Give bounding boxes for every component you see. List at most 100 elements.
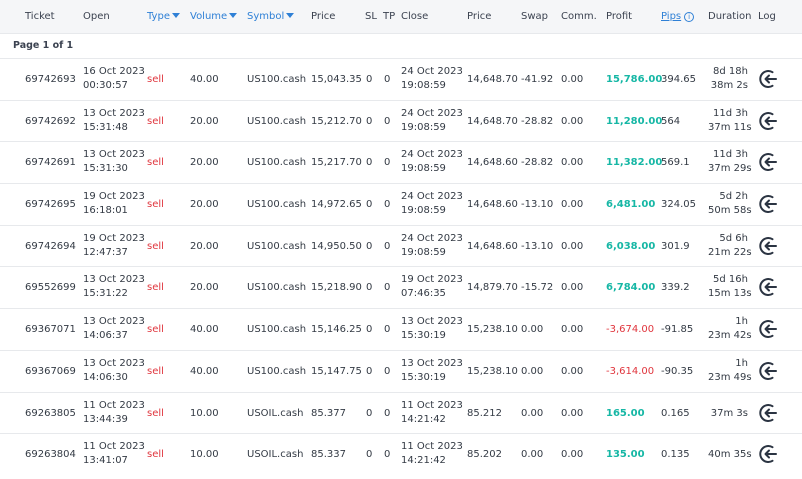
- ticket-cell: 69742691: [25, 157, 76, 169]
- close-time: 14:21:42: [401, 455, 446, 467]
- ticket-cell: 69552699: [25, 282, 76, 294]
- table-row: 69742691 13 Oct 2023 15:31:30 sell 20.00 …: [0, 142, 802, 185]
- header-volume[interactable]: Volume: [190, 11, 238, 22]
- swap-cell: 0.00: [521, 365, 544, 377]
- duration-line-1: 5d 16h: [713, 274, 748, 286]
- header-type[interactable]: Type: [147, 11, 180, 22]
- open-time: 15:31:48: [83, 121, 128, 133]
- duration-line-1: 5d 2h: [719, 191, 748, 203]
- close-date: 24 Oct 2023: [401, 66, 463, 77]
- pips-cell: 301.9: [661, 240, 690, 252]
- tp-cell: 0: [384, 74, 391, 85]
- open-date: 13 Oct 2023: [83, 149, 145, 161]
- profit-cell: 6,784.00: [606, 282, 656, 294]
- tp-cell: 0: [384, 199, 391, 211]
- close-date: 24 Oct 2023: [401, 191, 463, 203]
- symbol-cell: US100.cash: [247, 324, 307, 336]
- open-date: 19 Oct 2023: [83, 191, 145, 203]
- open-time: 14:06:30: [83, 371, 128, 383]
- profit-cell: 165.00: [606, 407, 645, 419]
- open-date: 16 Oct 2023: [83, 66, 145, 77]
- volume-cell: 40.00: [190, 74, 219, 85]
- duration-line-2: 21m 22s: [708, 246, 752, 258]
- close-price-cell: 15,238.10: [467, 324, 518, 336]
- duration-line-2: 37m 29s: [708, 163, 752, 175]
- comm-cell: 0.00: [561, 157, 584, 169]
- volume-cell: 20.00: [190, 115, 219, 127]
- profit-cell: 135.00: [606, 449, 645, 461]
- open-cell: 16 Oct 2023 00:30:57: [83, 65, 145, 93]
- close-cell: 24 Oct 2023 19:08:59: [401, 65, 463, 93]
- close-date: 13 Oct 2023: [401, 357, 463, 369]
- close-date: 13 Oct 2023: [401, 316, 463, 328]
- swap-cell: 0.00: [521, 449, 544, 461]
- type-cell: sell: [147, 74, 164, 85]
- tp-cell: 0: [384, 407, 391, 419]
- close-time: 15:30:19: [401, 371, 446, 383]
- ticket-cell: 69742693: [25, 74, 76, 85]
- open-price-cell: 15,043.35: [311, 74, 362, 85]
- close-cell: 11 Oct 2023 14:21:42: [401, 440, 463, 468]
- header-close-price: Price: [467, 11, 492, 22]
- close-cell: 24 Oct 2023 19:08:59: [401, 107, 463, 135]
- type-cell: sell: [147, 157, 164, 169]
- header-pips[interactable]: Pips i: [661, 11, 695, 22]
- close-time: 19:08:59: [401, 80, 446, 91]
- sl-cell: 0: [366, 282, 373, 294]
- close-cell: 11 Oct 2023 14:21:42: [401, 399, 463, 427]
- open-price-cell: 15,147.75: [311, 365, 362, 377]
- header-open: Open: [83, 11, 110, 22]
- header-symbol[interactable]: Symbol: [247, 11, 295, 22]
- open-date: 13 Oct 2023: [83, 316, 145, 328]
- ticket-cell: 69742692: [25, 115, 76, 127]
- open-date: 13 Oct 2023: [83, 357, 145, 369]
- log-return-icon[interactable]: [757, 318, 779, 340]
- type-cell: sell: [147, 449, 164, 461]
- header-sl: SL: [365, 11, 377, 22]
- header-ticket: Ticket: [25, 11, 55, 22]
- close-cell: 13 Oct 2023 15:30:19: [401, 357, 463, 385]
- open-cell: 13 Oct 2023 14:06:30: [83, 357, 145, 385]
- log-return-icon[interactable]: [757, 151, 779, 173]
- close-date: 11 Oct 2023: [401, 399, 463, 411]
- log-return-icon[interactable]: [757, 402, 779, 424]
- log-return-icon[interactable]: [757, 235, 779, 257]
- log-return-icon[interactable]: [757, 110, 779, 132]
- header-type-label: Type: [147, 11, 170, 22]
- volume-cell: 10.00: [190, 449, 219, 461]
- table-row: 69742692 13 Oct 2023 15:31:48 sell 20.00 …: [0, 101, 802, 143]
- duration-line-2: 37m 11s: [708, 121, 752, 133]
- swap-cell: 0.00: [521, 324, 544, 336]
- log-return-icon[interactable]: [757, 276, 779, 298]
- open-cell: 11 Oct 2023 13:44:39: [83, 399, 145, 427]
- log-return-icon[interactable]: [757, 443, 779, 465]
- log-return-icon[interactable]: [757, 68, 779, 90]
- table-row: 69367069 13 Oct 2023 14:06:30 sell 40.00 …: [0, 351, 802, 393]
- symbol-cell: US100.cash: [247, 74, 307, 85]
- log-return-icon[interactable]: [757, 360, 779, 382]
- info-icon[interactable]: i: [684, 12, 695, 22]
- pips-cell: 324.05: [661, 199, 696, 211]
- close-time: 19:08:59: [401, 121, 446, 133]
- duration-line-2: 23m 49s: [708, 371, 752, 383]
- profit-cell: 11,280.00: [606, 115, 663, 127]
- open-price-cell: 85.377: [311, 407, 346, 419]
- volume-cell: 20.00: [190, 282, 219, 294]
- duration-line-2: 15m 13s: [708, 288, 752, 300]
- close-cell: 24 Oct 2023 19:08:59: [401, 232, 463, 260]
- close-time: 14:21:42: [401, 413, 446, 425]
- duration-line-1: 11d 3h: [713, 107, 748, 119]
- tp-cell: 0: [384, 115, 391, 127]
- volume-cell: 20.00: [190, 240, 219, 252]
- close-time: 19:08:59: [401, 163, 446, 175]
- log-return-icon[interactable]: [757, 193, 779, 215]
- header-tp: TP: [383, 11, 396, 22]
- open-price-cell: 15,212.70: [311, 115, 362, 127]
- comm-cell: 0.00: [561, 74, 584, 85]
- header-profit: Profit: [606, 11, 633, 22]
- tp-cell: 0: [384, 282, 391, 294]
- type-cell: sell: [147, 365, 164, 377]
- volume-cell: 40.00: [190, 365, 219, 377]
- profit-cell: 15,786.00: [606, 74, 663, 85]
- open-price-cell: 15,146.25: [311, 324, 362, 336]
